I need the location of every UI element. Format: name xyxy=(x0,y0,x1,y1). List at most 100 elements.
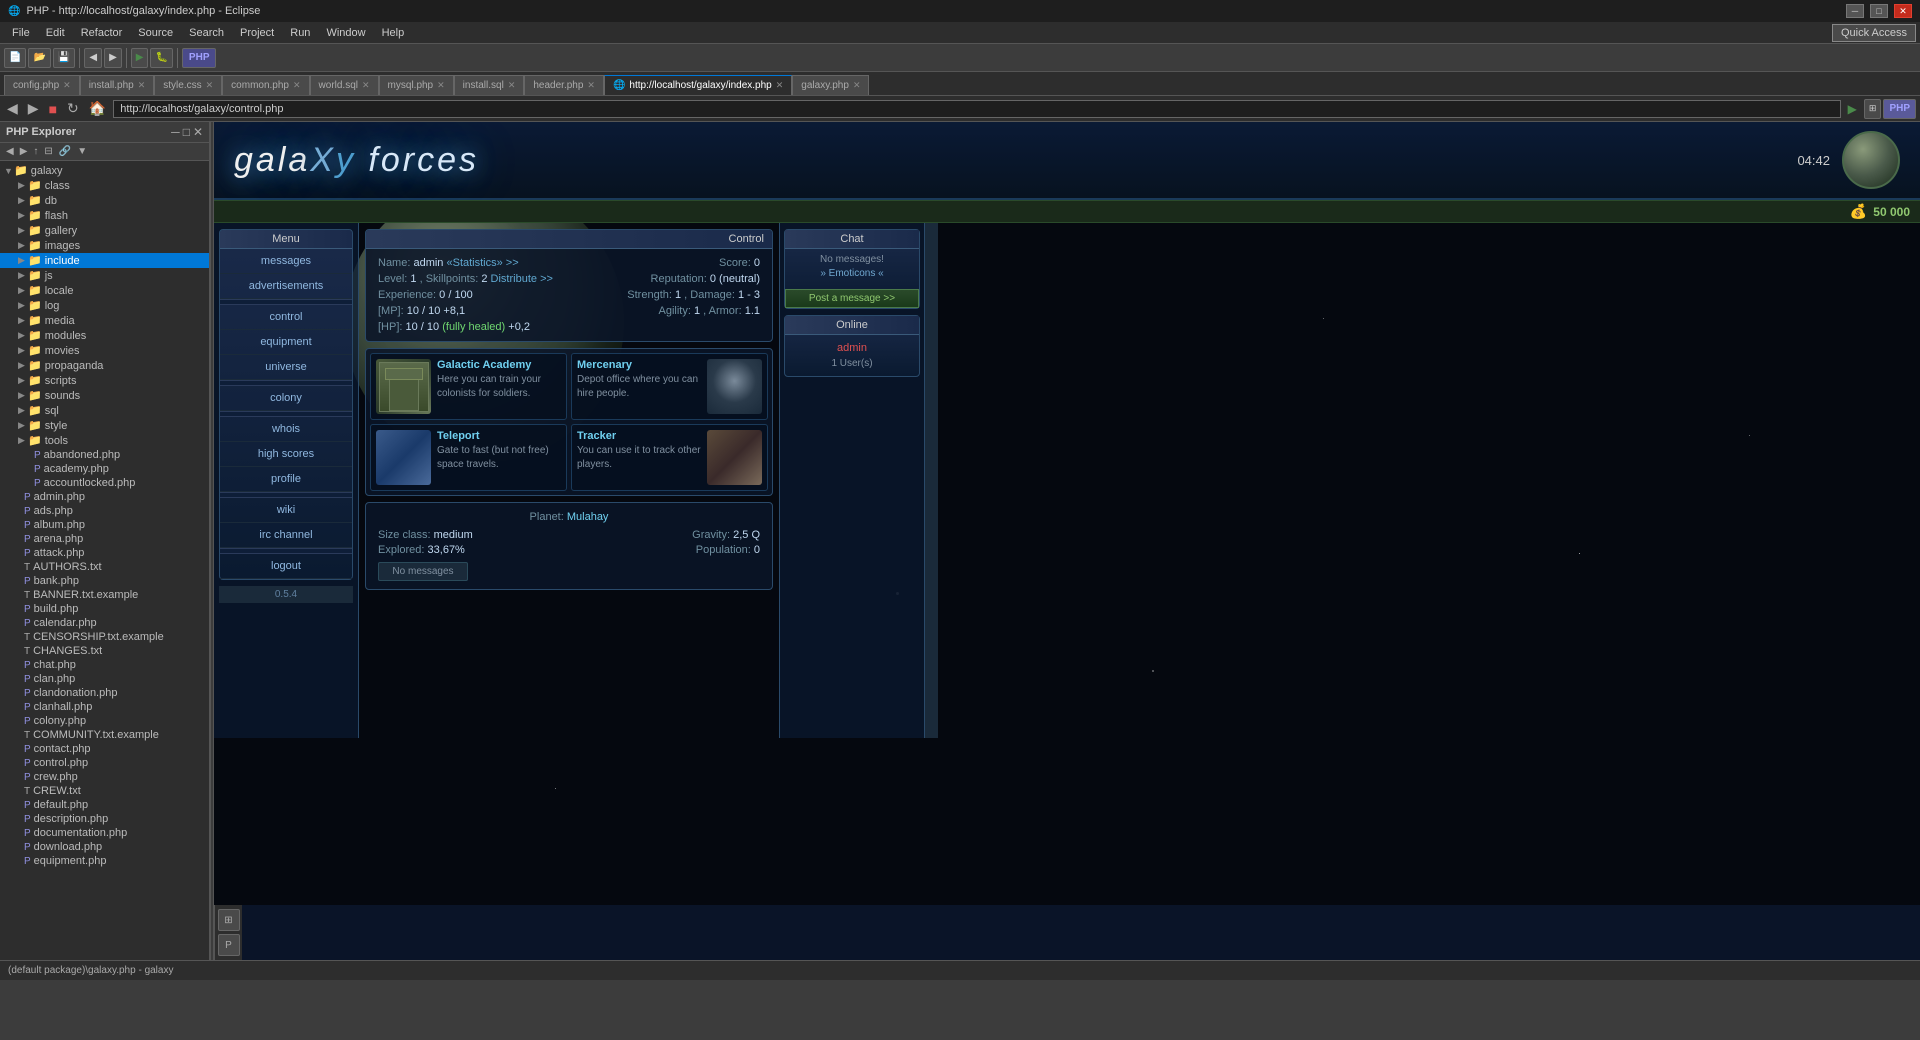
tree-style[interactable]: ▶ 📁 style xyxy=(0,418,209,433)
tree-root[interactable]: ▼ 📁 galaxy xyxy=(0,163,209,178)
tb-open-btn[interactable]: 📂 xyxy=(28,48,50,68)
tab-index[interactable]: 🌐 http://localhost/galaxy/index.php ✕ xyxy=(604,75,792,95)
tree-class[interactable]: ▶ 📁 class xyxy=(0,178,209,193)
et-link[interactable]: 🔗 xyxy=(57,145,73,158)
tree-attack[interactable]: P attack.php xyxy=(0,546,209,560)
et-forward[interactable]: ▶ xyxy=(18,145,30,158)
menu-edit[interactable]: Edit xyxy=(38,25,73,41)
tree-include[interactable]: ▶ 📁 include xyxy=(0,253,209,268)
tree-colony[interactable]: P colony.php xyxy=(0,714,209,728)
tree-community[interactable]: T COMMUNITY.txt.example xyxy=(0,728,209,742)
tab-header[interactable]: header.php ✕ xyxy=(524,75,604,95)
tree-db[interactable]: ▶ 📁 db xyxy=(0,193,209,208)
address-input[interactable] xyxy=(113,100,1840,118)
eclipse-icon1[interactable]: ⊞ xyxy=(218,909,240,931)
tree-description[interactable]: P description.php xyxy=(0,812,209,826)
tree-documentation[interactable]: P documentation.php xyxy=(0,826,209,840)
distribute-link[interactable]: Distribute >> xyxy=(491,273,553,285)
tree-calendar[interactable]: P calendar.php xyxy=(0,616,209,630)
tree-bank[interactable]: P bank.php xyxy=(0,574,209,588)
addr-home-btn[interactable]: 🏠 xyxy=(86,100,109,117)
tree-scripts[interactable]: ▶ 📁 scripts xyxy=(0,373,209,388)
statistics-link[interactable]: «Statistics» >> xyxy=(447,257,519,269)
addr-refresh-btn[interactable]: ↻ xyxy=(64,100,82,117)
tree-ads[interactable]: P ads.php xyxy=(0,504,209,518)
tree-control[interactable]: P control.php xyxy=(0,756,209,770)
tab-index-close[interactable]: ✕ xyxy=(776,80,784,91)
tab-world-close[interactable]: ✕ xyxy=(362,80,370,91)
menu-whois[interactable]: whois xyxy=(220,417,352,442)
tb-run-btn[interactable]: ▶ xyxy=(131,48,149,68)
tree-movies[interactable]: ▶ 📁 movies xyxy=(0,343,209,358)
tb-save-btn[interactable]: 💾 xyxy=(53,48,75,68)
explorer-close[interactable]: ✕ xyxy=(193,125,203,139)
addr-forward-btn[interactable]: ▶ xyxy=(25,100,42,117)
menu-highscores[interactable]: high scores xyxy=(220,442,352,467)
et-back[interactable]: ◀ xyxy=(4,145,16,158)
explorer-maximize[interactable]: □ xyxy=(183,125,190,139)
tab-world[interactable]: world.sql ✕ xyxy=(310,75,379,95)
tab-galaxy[interactable]: galaxy.php ✕ xyxy=(792,75,869,95)
tree-flash[interactable]: ▶ 📁 flash xyxy=(0,208,209,223)
tree-build[interactable]: P build.php xyxy=(0,602,209,616)
loc-academy[interactable]: Galactic Academy Here you can train your… xyxy=(370,353,567,420)
tb-forward-btn[interactable]: ▶ xyxy=(104,48,122,68)
tb-debug-btn[interactable]: 🐛 xyxy=(150,48,172,68)
menu-wiki[interactable]: wiki xyxy=(220,498,352,523)
menu-colony[interactable]: colony xyxy=(220,386,352,411)
online-user[interactable]: admin xyxy=(790,340,914,356)
tree-banner[interactable]: T BANNER.txt.example xyxy=(0,588,209,602)
quick-access-btn[interactable]: Quick Access xyxy=(1832,24,1916,42)
post-message-btn[interactable]: Post a message >> xyxy=(785,289,919,308)
tab-install-sql[interactable]: install.sql ✕ xyxy=(454,75,525,95)
tree-media[interactable]: ▶ 📁 media xyxy=(0,313,209,328)
menu-messages[interactable]: messages xyxy=(220,249,352,274)
tab-mysql[interactable]: mysql.php ✕ xyxy=(379,75,454,95)
eclipse-view-btn[interactable]: ⊞ xyxy=(1864,99,1882,119)
menu-help[interactable]: Help xyxy=(374,25,413,41)
explorer-minimize[interactable]: ─ xyxy=(171,125,180,139)
tab-install[interactable]: install.php ✕ xyxy=(80,75,155,95)
tree-arena[interactable]: P arena.php xyxy=(0,532,209,546)
tree-changes[interactable]: T CHANGES.txt xyxy=(0,644,209,658)
menu-search[interactable]: Search xyxy=(181,25,232,41)
et-up[interactable]: ↑ xyxy=(31,145,40,158)
tree-log[interactable]: ▶ 📁 log xyxy=(0,298,209,313)
tab-install-close[interactable]: ✕ xyxy=(138,80,146,91)
et-menu[interactable]: ▼ xyxy=(75,145,89,158)
tree-modules[interactable]: ▶ 📁 modules xyxy=(0,328,209,343)
menu-universe[interactable]: universe xyxy=(220,355,352,380)
tab-style[interactable]: style.css ✕ xyxy=(154,75,222,95)
tree-chat[interactable]: P chat.php xyxy=(0,658,209,672)
tab-header-close[interactable]: ✕ xyxy=(587,80,595,91)
tree-equipment[interactable]: P equipment.php xyxy=(0,854,209,868)
addr-go-btn[interactable]: ▶ xyxy=(1845,102,1860,116)
tb-php-btn[interactable]: PHP xyxy=(182,48,217,68)
tree-accountlocked[interactable]: ▶ P accountlocked.php xyxy=(0,476,209,490)
tree-clandonation[interactable]: P clandonation.php xyxy=(0,686,209,700)
tree-clanhall[interactable]: P clanhall.php xyxy=(0,700,209,714)
tab-config[interactable]: config.php ✕ xyxy=(4,75,80,95)
tab-style-close[interactable]: ✕ xyxy=(206,80,214,91)
tab-mysql-close[interactable]: ✕ xyxy=(437,80,445,91)
tree-gallery[interactable]: ▶ 📁 gallery xyxy=(0,223,209,238)
loc-teleport[interactable]: Teleport Gate to fast (but not free) spa… xyxy=(370,424,567,491)
tb-new-btn[interactable]: 📄 xyxy=(4,48,26,68)
tree-download[interactable]: P download.php xyxy=(0,840,209,854)
menu-control[interactable]: control xyxy=(220,305,352,330)
tab-config-close[interactable]: ✕ xyxy=(63,80,71,91)
eclipse-php-btn[interactable]: PHP xyxy=(1883,99,1916,119)
tree-tools[interactable]: ▶ 📁 tools xyxy=(0,433,209,448)
menu-advertisements[interactable]: advertisements xyxy=(220,274,352,299)
tree-js[interactable]: ▶ 📁 js xyxy=(0,268,209,283)
loc-tracker[interactable]: Tracker You can use it to track other pl… xyxy=(571,424,768,491)
tree-authors[interactable]: T AUTHORS.txt xyxy=(0,560,209,574)
minimize-btn[interactable]: ─ xyxy=(1846,4,1864,18)
et-collapse[interactable]: ⊟ xyxy=(42,145,54,158)
tree-crewtxt[interactable]: T CREW.txt xyxy=(0,784,209,798)
tree-sql[interactable]: ▶ 📁 sql xyxy=(0,403,209,418)
tree-images[interactable]: ▶ 📁 images xyxy=(0,238,209,253)
loc-mercenary[interactable]: Mercenary Depot office where you can hir… xyxy=(571,353,768,420)
menu-window[interactable]: Window xyxy=(318,25,373,41)
eclipse-icon2[interactable]: P xyxy=(218,934,240,956)
